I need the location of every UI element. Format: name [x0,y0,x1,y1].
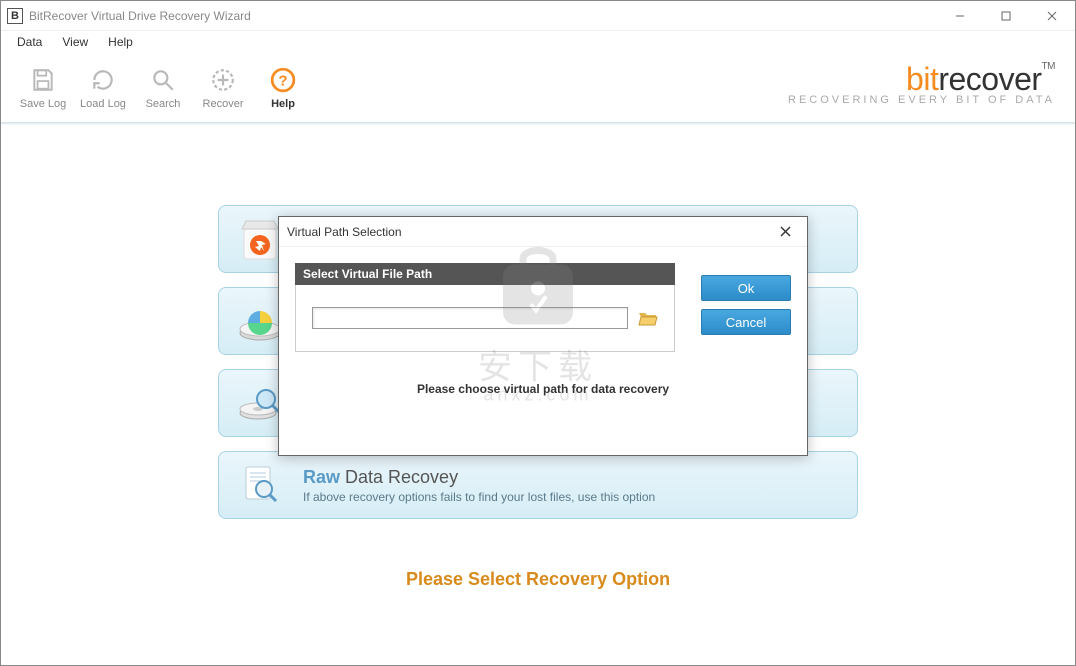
search-icon [149,66,177,94]
menu-bar: Data View Help [1,31,1075,53]
card-title: Raw Data Recovey [303,467,841,488]
virtual-path-dialog: Virtual Path Selection Select Virtual Fi… [278,216,808,456]
minimize-button[interactable] [937,1,983,31]
browse-button[interactable] [638,309,658,327]
toolbar: Save Log Load Log Search Recover ? Help … [1,53,1075,123]
help-button[interactable]: ? Help [253,66,313,110]
close-icon [1047,11,1057,21]
search-button[interactable]: Search [133,66,193,110]
menu-help[interactable]: Help [98,33,143,51]
title-bar: B BitRecover Virtual Drive Recovery Wiza… [1,1,1075,31]
virtual-path-input[interactable] [312,307,628,329]
dialog-title: Virtual Path Selection [287,225,402,239]
folder-open-icon [638,309,658,327]
recover-icon [209,66,237,94]
maximize-button[interactable] [983,1,1029,31]
load-log-button[interactable]: Load Log [73,66,133,110]
option-card-raw[interactable]: Raw Data Recovey If above recovery optio… [218,451,858,519]
minimize-icon [955,11,965,21]
footer-message: Please Select Recovery Option [1,569,1075,590]
dialog-section-header: Select Virtual File Path [295,263,675,285]
window-title: BitRecover Virtual Drive Recovery Wizard [29,9,251,23]
menu-view[interactable]: View [52,33,98,51]
save-log-button[interactable]: Save Log [13,66,73,110]
brand-logo: bitrecoverTM RECOVERING EVERY BIT OF DAT… [788,61,1055,106]
close-icon [780,226,791,237]
svg-text:?: ? [278,72,287,89]
help-icon: ? [269,66,297,94]
dialog-titlebar: Virtual Path Selection [279,217,807,247]
menu-data[interactable]: Data [7,33,52,51]
app-icon: B [7,8,23,24]
recover-button[interactable]: Recover [193,66,253,110]
maximize-icon [1001,11,1011,21]
document-search-icon [235,460,285,510]
save-icon [29,66,57,94]
dialog-message: Please choose virtual path for data reco… [295,382,791,396]
dialog-close-button[interactable] [771,218,799,246]
cancel-button[interactable]: Cancel [701,309,791,335]
card-desc: If above recovery options fails to find … [303,490,841,504]
ok-button[interactable]: Ok [701,275,791,301]
reload-icon [89,66,117,94]
close-button[interactable] [1029,1,1075,31]
